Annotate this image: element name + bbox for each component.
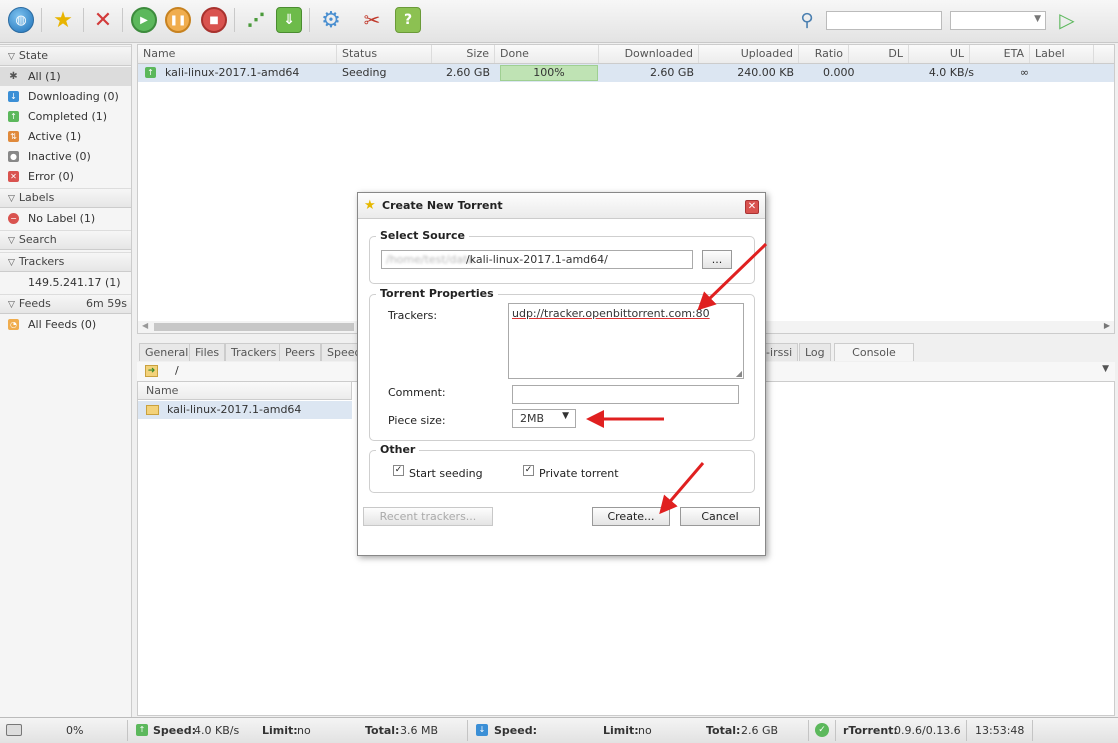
annotation-arrow-create bbox=[659, 462, 705, 515]
annotation-arrow-trackers bbox=[697, 242, 768, 311]
annotation-overlay bbox=[586, 242, 768, 515]
